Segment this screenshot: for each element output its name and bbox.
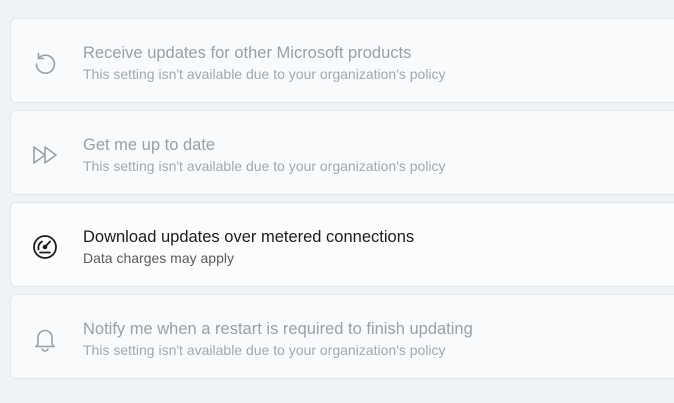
fast-forward-icon — [31, 141, 59, 169]
setting-subtitle: This setting isn't available due to your… — [83, 66, 446, 82]
setting-metered-connections[interactable]: Download updates over metered connection… — [10, 202, 674, 287]
setting-title: Get me up to date — [83, 136, 216, 154]
setting-subtitle: This setting isn't available due to your… — [83, 158, 446, 174]
setting-title: Receive updates for other Microsoft prod… — [83, 44, 412, 62]
speedometer-icon — [31, 233, 59, 261]
setting-receive-other-updates: Receive updates for other Microsoft prod… — [10, 18, 674, 103]
setting-subtitle: This setting isn't available due to your… — [83, 342, 446, 358]
refresh-icon — [31, 49, 59, 77]
setting-notify-restart: Notify me when a restart is required to … — [10, 294, 674, 379]
bell-icon — [31, 325, 59, 353]
setting-subtitle: Data charges may apply — [83, 250, 234, 266]
setting-title: Notify me when a restart is required to … — [83, 320, 473, 338]
setting-title: Download updates over metered connection… — [83, 228, 415, 246]
setting-get-me-up-to-date: Get me up to date This setting isn't ava… — [10, 110, 674, 195]
